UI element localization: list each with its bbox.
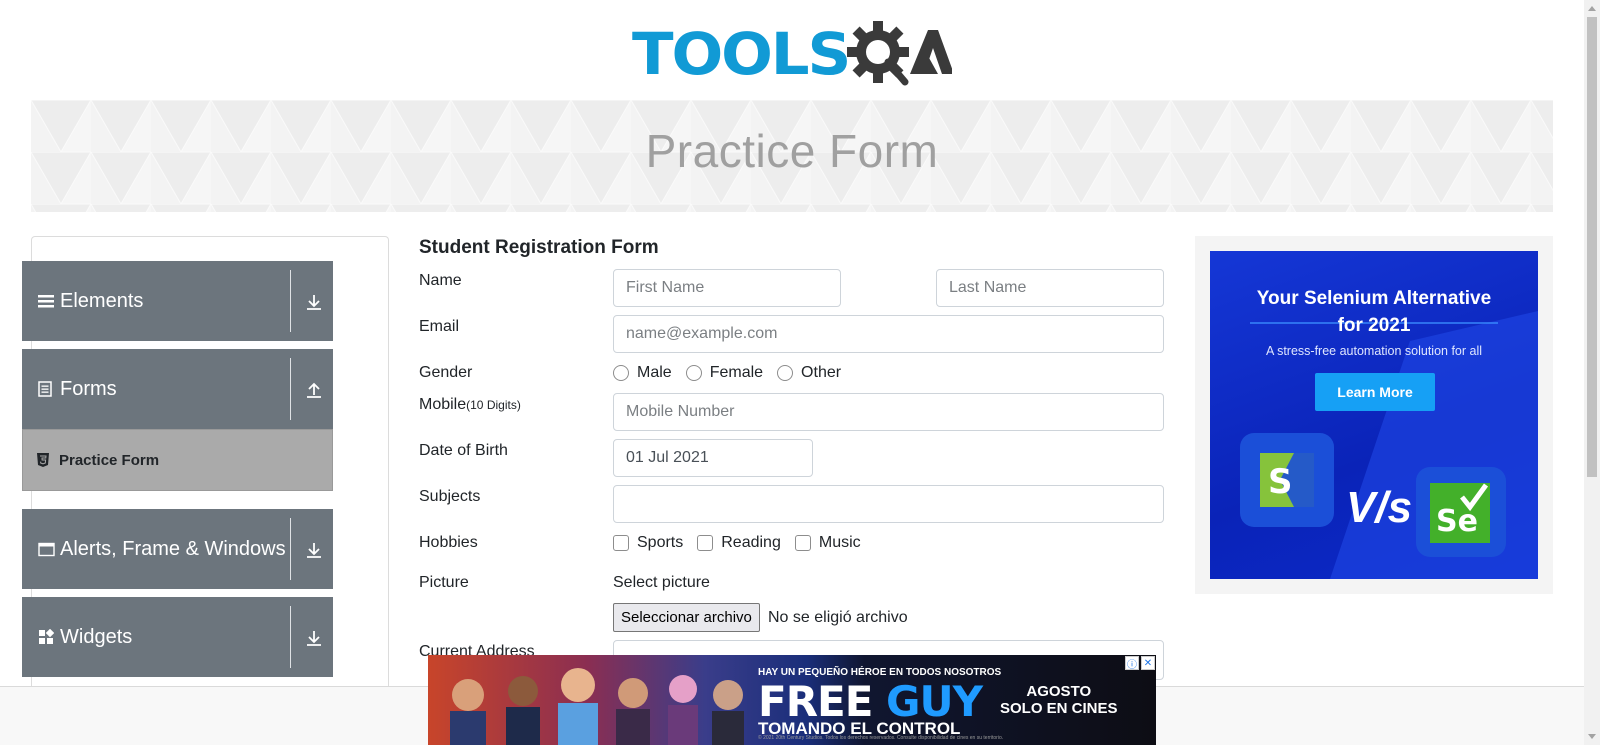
sidebar-group-elements[interactable]: Elements [22,261,333,341]
ad-close-icon[interactable]: ✕ [1141,656,1155,670]
page-title: Practice Form [645,125,939,177]
selenium-alternative-ad[interactable]: Your Selenium Alternative for 2021 A stre… [1210,251,1538,579]
download-icon[interactable] [305,629,323,647]
first-name-input[interactable] [613,269,841,307]
document-icon [38,380,56,398]
page-scrollbar[interactable] [1584,0,1600,745]
versus-text: V/s [1346,483,1413,532]
divider [290,606,291,668]
logo-text: TOOLS [632,20,851,88]
ad-legal-text: © 2021 20th Century Studios. Todos los d… [758,735,1004,741]
ad-title: Your Selenium Alternative for 2021 [1210,285,1538,339]
page-banner: Practice Form [31,100,1553,212]
hobby-reading-checkbox[interactable]: Reading [697,534,781,552]
date-of-birth-input[interactable] [613,439,813,477]
selenium-logo-icon: Se [1416,467,1506,557]
file-status-text: No se eligió archivo [768,609,908,626]
hobby-music-checkbox[interactable]: Music [794,534,861,552]
menu-icon [38,292,56,310]
logo-gear-icon [847,21,952,86]
sidebar-item-practice-form[interactable]: Practice Form [22,429,333,491]
subjects-input[interactable] [613,485,1164,523]
radio-button[interactable] [777,365,794,381]
katalon-logo-icon: S [1240,433,1334,527]
gender-other-radio[interactable]: Other [777,364,841,382]
mobile-hint: (10 Digits) [466,398,521,412]
group-header[interactable]: Elements [22,261,333,341]
widgets-icon [38,628,56,646]
gender-male-radio[interactable]: Male [613,364,672,382]
gender-female-radio[interactable]: Female [685,364,764,382]
sidebar-item-label: Practice Form [59,451,160,469]
group-label: Forms [60,377,117,400]
divider [290,518,291,580]
last-name-input[interactable] [936,269,1164,307]
hobby-reading-label: Reading [721,534,781,551]
download-icon[interactable] [305,293,323,311]
picture-label: Picture [419,574,469,591]
choose-file-button[interactable]: Seleccionar archivo [613,603,760,632]
group-header[interactable]: Widgets [22,597,333,677]
select-picture-label: Select picture [613,574,710,591]
html5-icon [37,453,51,467]
gender-label: Gender [419,364,473,381]
sidebar-group-forms[interactable]: Forms [22,349,333,429]
hobbies-label: Hobbies [419,534,478,551]
scroll-up-arrow-icon[interactable] [1588,6,1596,11]
group-label: Widgets [60,625,133,648]
group-header[interactable]: Alerts, Frame & Windows [22,509,333,589]
katalon-letter: S [1268,462,1293,502]
gender-radio-group: Male Female Other [613,364,855,382]
hobby-sports-label: Sports [637,534,684,551]
gender-male-label: Male [637,364,672,381]
gender-female-label: Female [709,364,764,381]
group-header[interactable]: Forms [22,349,333,429]
ad-info-icon[interactable]: ⓘ [1125,656,1139,671]
hobby-sports-checkbox[interactable]: Sports [613,534,683,552]
hobbies-checkbox-group: Sports Reading Music [613,534,875,552]
checkbox[interactable] [697,535,714,551]
free-guy-ad[interactable]: HAY UN PEQUEÑO HÉROE EN TODOS NOSOTROS F… [428,655,1156,745]
email-input[interactable] [613,315,1164,353]
subjects-label: Subjects [419,488,481,505]
ad-title-line1: Your Selenium Alternative [1256,288,1492,309]
ad-release-info: AGOSTO SOLO EN CINES [1000,683,1118,717]
name-label: Name [419,272,462,289]
ad-subtitle: A stress-free automation solution for al… [1265,344,1483,358]
group-label: Elements [60,289,144,312]
form-title: Student Registration Form [419,237,659,258]
toolsqa-logo[interactable]: TOOLS [632,16,952,92]
ad-choices: ⓘ ✕ [1125,656,1155,671]
selenium-letters: Se [1436,504,1478,539]
checkbox[interactable] [613,535,629,551]
scroll-thumb[interactable] [1587,17,1597,477]
ad-title-line2: for 2021 [1337,315,1411,336]
dob-label: Date of Birth [419,442,508,459]
email-label: Email [419,318,460,335]
group-label: Alerts, Frame & Windows [60,537,286,560]
sidebar-group-widgets[interactable]: Widgets [22,597,333,677]
ad-release-month: AGOSTO [1026,683,1092,700]
gender-other-label: Other [801,364,842,381]
sidebar-group-alerts[interactable]: Alerts, Frame & Windows [22,509,333,589]
upload-icon[interactable] [305,381,323,399]
hobby-music-label: Music [818,534,861,551]
divider [290,358,291,420]
learn-more-button[interactable]: Learn More [1315,373,1435,411]
radio-button[interactable] [685,365,702,381]
scroll-down-arrow-icon[interactable] [1588,734,1596,739]
page: TOOLS Practice Form Elements Forms Pract… [0,0,1600,745]
mobile-label: Mobile(10 Digits) [419,396,521,414]
download-icon[interactable] [305,541,323,559]
window-icon [38,540,56,558]
mobile-input[interactable] [613,393,1164,431]
mobile-label-text: Mobile [419,396,467,413]
radio-button[interactable] [613,365,629,381]
checkbox[interactable] [794,535,811,551]
ad-release-where: SOLO EN CINES [1000,700,1118,717]
ad-characters-image [450,668,744,745]
divider [290,270,291,332]
